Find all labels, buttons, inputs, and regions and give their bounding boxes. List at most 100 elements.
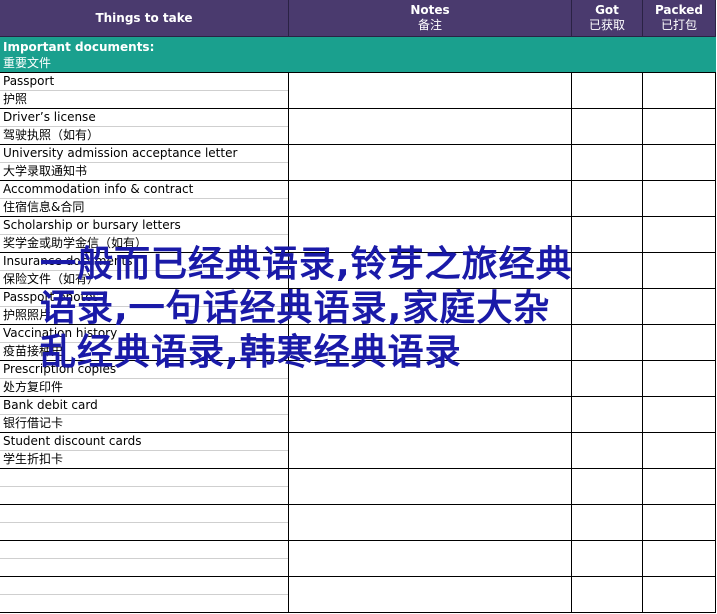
table-row: University admission acceptance letter 大学… [0, 145, 716, 181]
packed-checkbox-cell[interactable] [643, 217, 716, 253]
got-checkbox-cell[interactable] [572, 505, 643, 541]
item-name-cn: 银行借记卡 [3, 416, 64, 430]
item-name-cn [0, 559, 288, 577]
notes-cell[interactable] [289, 289, 572, 325]
notes-cell[interactable] [289, 325, 572, 361]
section-title-cn: 重要文件 [3, 56, 52, 70]
table-row: Prescription copies 处方复印件 [0, 361, 716, 397]
item-name-cn: 护照照片 [3, 308, 52, 322]
item-name-en: Insurance documents [0, 253, 288, 271]
packed-checkbox-cell[interactable] [643, 289, 716, 325]
notes-cell[interactable] [289, 397, 572, 433]
got-checkbox-cell[interactable] [572, 397, 643, 433]
header-things: Things to take [0, 0, 289, 37]
packed-checkbox-cell[interactable] [643, 541, 716, 577]
checklist-sheet: Things to take Notes 备注 Got 已获取 Packed 已… [0, 0, 716, 613]
item-name-cn: 疫苗接种史 [3, 344, 64, 358]
header-notes-en: Notes [410, 3, 450, 17]
notes-cell[interactable] [289, 577, 572, 613]
item-name-cn: 大学录取通知书 [3, 164, 88, 178]
table-row: Student discount cards 学生折扣卡 [0, 433, 716, 469]
notes-cell[interactable] [289, 73, 572, 109]
item-name-cn [0, 523, 288, 541]
got-checkbox-cell[interactable] [572, 73, 643, 109]
got-checkbox-cell[interactable] [572, 253, 643, 289]
item-name-en: Scholarship or bursary letters [0, 217, 288, 235]
packed-checkbox-cell[interactable] [643, 505, 716, 541]
item-name-en: Bank debit card [0, 397, 288, 415]
header-packed-cn: 已打包 [660, 18, 697, 32]
table-row: Driver’s license 驾驶执照（如有） [0, 109, 716, 145]
packed-checkbox-cell[interactable] [643, 181, 716, 217]
packed-checkbox-cell[interactable] [643, 145, 716, 181]
packed-checkbox-cell[interactable] [643, 433, 716, 469]
item-name-cell: Driver’s license 驾驶执照（如有） [0, 109, 289, 145]
got-checkbox-cell[interactable] [572, 361, 643, 397]
item-name-cn: 驾驶执照（如有） [3, 128, 100, 142]
header-notes-cn: 备注 [417, 18, 442, 32]
packed-checkbox-cell[interactable] [643, 325, 716, 361]
notes-cell[interactable] [289, 541, 572, 577]
table-row [0, 541, 716, 577]
header-packed-en: Packed [654, 3, 704, 17]
header-got-cn: 已获取 [588, 18, 625, 32]
notes-cell[interactable] [289, 217, 572, 253]
item-name-cell [0, 577, 289, 613]
item-name-cell [0, 541, 289, 577]
item-name-cell: Student discount cards 学生折扣卡 [0, 433, 289, 469]
table-row: Passport photos 护照照片 [0, 289, 716, 325]
got-checkbox-cell[interactable] [572, 433, 643, 469]
notes-cell[interactable] [289, 433, 572, 469]
table-row [0, 577, 716, 613]
item-name-en: Vaccination history [0, 325, 288, 343]
section-title-en: Important documents: [3, 40, 155, 54]
item-name-cell: Scholarship or bursary letters 奖学金或助学金信（如… [0, 217, 289, 253]
item-name-cell [0, 469, 289, 505]
notes-cell[interactable] [289, 145, 572, 181]
got-checkbox-cell[interactable] [572, 109, 643, 145]
got-checkbox-cell[interactable] [572, 217, 643, 253]
packed-checkbox-cell[interactable] [643, 577, 716, 613]
section-important-documents: Important documents: 重要文件 [0, 37, 716, 73]
item-name-cell: Prescription copies 处方复印件 [0, 361, 289, 397]
item-name-en [0, 505, 288, 523]
item-name-cell: Accommodation info & contract 住宿信息&合同 [0, 181, 289, 217]
packed-checkbox-cell[interactable] [643, 397, 716, 433]
item-name-cn [0, 595, 288, 613]
item-name-en: Passport [0, 73, 288, 91]
item-name-en [0, 541, 288, 559]
table-row: Vaccination history 疫苗接种史 [0, 325, 716, 361]
item-name-cn: 护照 [3, 92, 28, 106]
item-name-en: University admission acceptance letter [0, 145, 288, 163]
got-checkbox-cell[interactable] [572, 181, 643, 217]
packed-checkbox-cell[interactable] [643, 73, 716, 109]
got-checkbox-cell[interactable] [572, 145, 643, 181]
notes-cell[interactable] [289, 109, 572, 145]
got-checkbox-cell[interactable] [572, 325, 643, 361]
got-checkbox-cell[interactable] [572, 289, 643, 325]
got-checkbox-cell[interactable] [572, 541, 643, 577]
item-name-cell: Passport photos 护照照片 [0, 289, 289, 325]
item-name-cn: 学生折扣卡 [3, 452, 64, 466]
item-name-en [0, 577, 288, 595]
packed-checkbox-cell[interactable] [643, 253, 716, 289]
packed-checkbox-cell[interactable] [643, 109, 716, 145]
table-row [0, 469, 716, 505]
item-name-en: Passport photos [0, 289, 288, 307]
got-checkbox-cell[interactable] [572, 577, 643, 613]
table-row: Bank debit card 银行借记卡 [0, 397, 716, 433]
table-row [0, 505, 716, 541]
item-name-cell: Bank debit card 银行借记卡 [0, 397, 289, 433]
notes-cell[interactable] [289, 253, 572, 289]
notes-cell[interactable] [289, 505, 572, 541]
item-name-en: Student discount cards [0, 433, 288, 451]
notes-cell[interactable] [289, 181, 572, 217]
table-row: Accommodation info & contract 住宿信息&合同 [0, 181, 716, 217]
packed-checkbox-cell[interactable] [643, 469, 716, 505]
item-name-cn: 住宿信息&合同 [3, 200, 85, 214]
packed-checkbox-cell[interactable] [643, 361, 716, 397]
notes-cell[interactable] [289, 361, 572, 397]
notes-cell[interactable] [289, 469, 572, 505]
header-notes: Notes 备注 [289, 0, 572, 37]
got-checkbox-cell[interactable] [572, 469, 643, 505]
